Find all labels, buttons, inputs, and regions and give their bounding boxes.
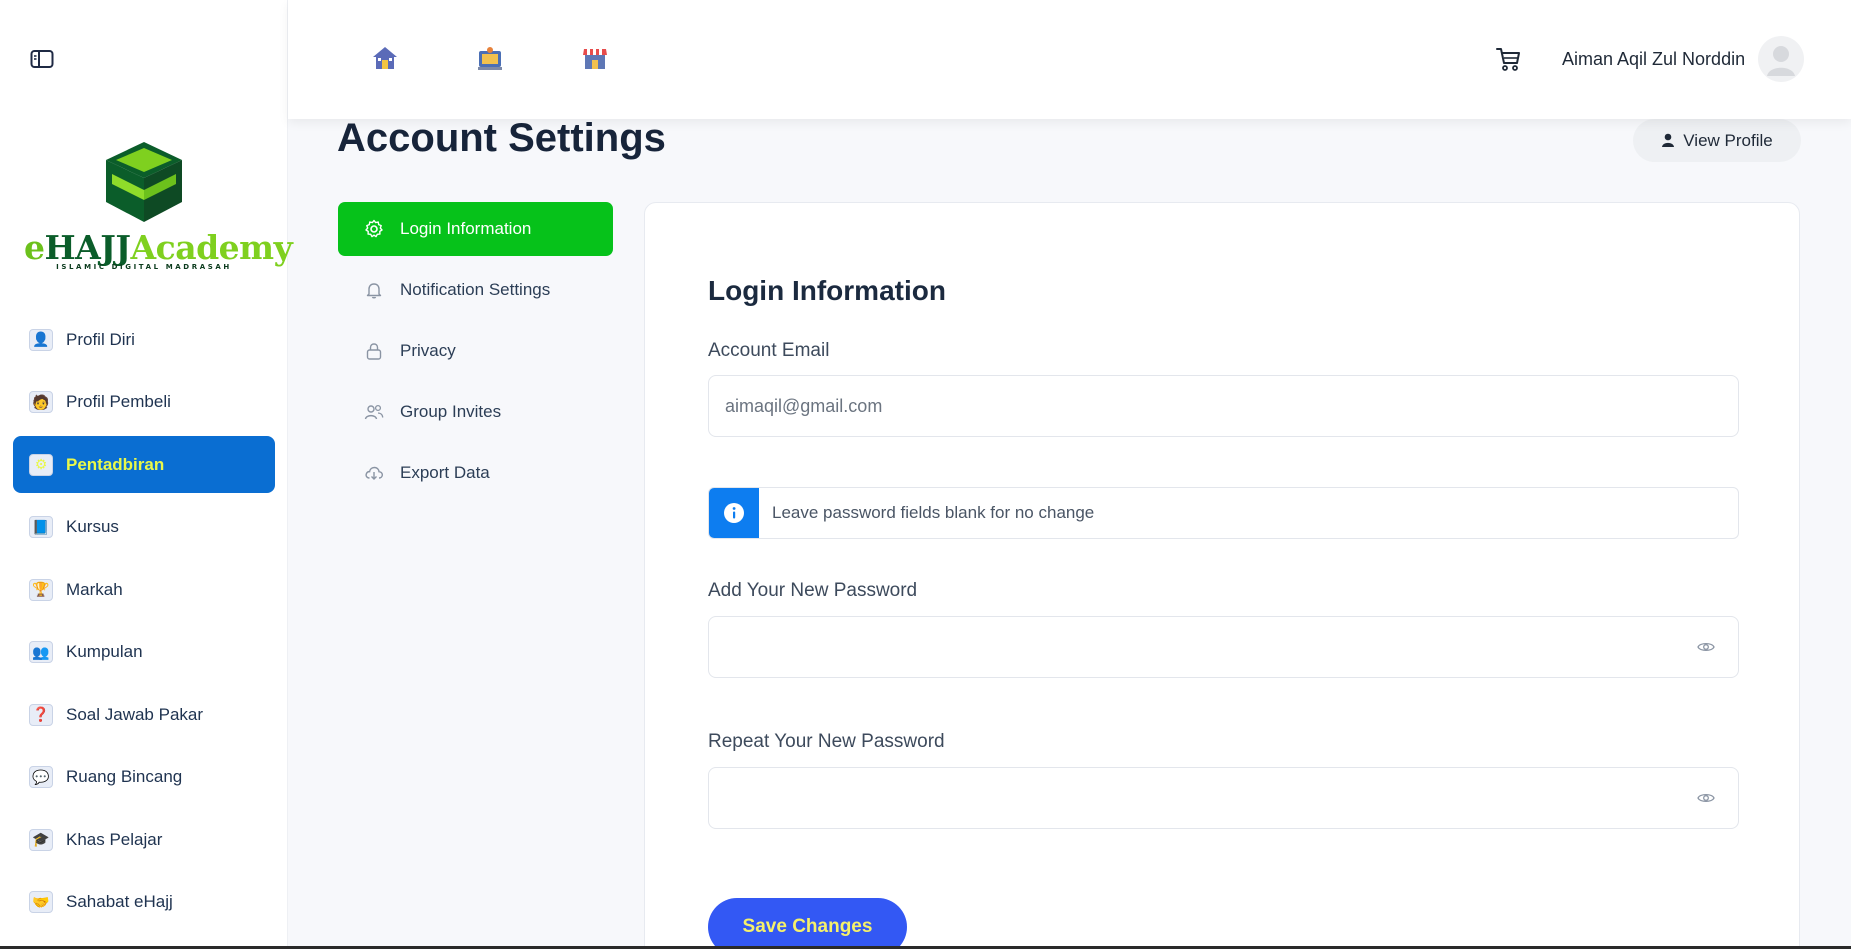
admin-panel-icon: ⚙ [29,453,53,476]
classroom-icon[interactable] [476,44,504,72]
top-bar: Aiman Aqil Zul Norddin [288,0,1851,119]
ehajj-logo[interactable]: eHAJJAcademy ISLAMIC DIGITAL MADRASAH [24,138,293,271]
settings-tab-export-data[interactable]: Export Data [338,446,613,500]
cart-icon[interactable] [1494,45,1522,73]
home-icon[interactable] [371,44,399,72]
marks-trophy-icon: 🏆 [29,578,53,601]
bell-icon [364,280,384,300]
sidebar-item-sahabat-ehajj[interactable]: 🤝 Sahabat eHajj [13,874,275,931]
sidebar-item-label: Khas Pelajar [66,829,163,849]
student-icon: 🎓 [29,828,53,851]
settings-tab-label: Notification Settings [400,280,551,299]
settings-tab-label: Export Data [400,463,490,482]
account-email-field[interactable] [708,375,1739,437]
sidebar-item-kursus[interactable]: 📘 Kursus [13,499,275,556]
group-icon: 👥 [29,641,53,663]
cloud-download-icon [364,463,384,483]
sidebar-item-profil-diri[interactable]: 👤 Profil Diri [13,311,275,368]
sidebar-item-label: Pentadbiran [66,454,165,474]
eye-icon[interactable] [1697,791,1715,805]
notice-text: Leave password fields blank for no chang… [772,503,1095,522]
sidebar-nav: 👤 Profil Diri 🧑 Profil Pembeli ⚙ Pentadb… [13,311,275,936]
sidebar-item-label: Kursus [66,517,119,536]
course-icon: 📘 [29,516,53,538]
logo-tagline: ISLAMIC DIGITAL MADRASAH [56,263,232,271]
view-profile-label: View Profile [1683,130,1773,150]
settings-nav: Login Information Notification Settings … [338,202,613,507]
sidebar-item-label: Profil Pembeli [66,392,171,411]
settings-tab-login-information[interactable]: Login Information [338,202,613,256]
friends-icon: 🤝 [29,891,53,913]
account-email-label: Account Email [708,340,830,361]
sidebar-item-soal-jawab-pakar[interactable]: ❓ Soal Jawab Pakar [13,686,275,743]
sidebar-item-kumpulan[interactable]: 👥 Kumpulan [13,624,275,681]
kaaba-logo-icon [106,142,182,222]
settings-tab-label: Privacy [400,341,456,360]
save-changes-button[interactable]: Save Changes [708,898,907,949]
eye-icon[interactable] [1697,640,1715,654]
expert-qa-icon: ❓ [29,703,53,726]
sidebar-item-khas-pelajar[interactable]: 🎓 Khas Pelajar [13,811,275,868]
view-profile-button[interactable]: View Profile [1633,119,1801,162]
sidebar-item-label: Sahabat eHajj [66,892,173,911]
settings-tab-label: Group Invites [400,402,502,421]
lock-icon [364,341,384,361]
person-desk-icon: 👤 [29,328,53,351]
logo-academy: Academy [130,228,293,267]
shop-icon[interactable] [581,44,609,72]
sidebar-item-label: Ruang Bincang [66,767,183,786]
page-title: Account Settings [337,116,666,160]
sidebar-item-label: Soal Jawab Pakar [66,704,204,724]
buyer-icon: 🧑 [29,391,53,413]
new-password-label: Add Your New Password [708,580,918,601]
gear-icon [364,219,384,239]
sidebar-toggle-icon[interactable] [30,48,54,70]
sidebar-item-label: Profil Diri [66,329,135,349]
user-icon [1662,133,1675,147]
user-avatar-icon [1767,46,1795,76]
settings-tab-label: Login Information [400,219,532,238]
discussion-icon: 💬 [29,766,53,788]
logo-hajj: HAJJ [44,228,132,267]
avatar[interactable] [1758,36,1804,82]
card-title: Login Information [708,275,946,306]
sidebar-item-pentadbiran[interactable]: ⚙ Pentadbiran [13,436,275,493]
settings-tab-group-invites[interactable]: Group Invites [338,385,613,439]
sidebar-item-profil-pembeli[interactable]: 🧑 Profil Pembeli [13,374,275,431]
repeat-password-label: Repeat Your New Password [708,731,945,752]
logo-e: e [24,228,45,267]
sidebar-item-label: Markah [66,579,123,599]
repeat-password-field[interactable] [708,767,1739,829]
sidebar: eHAJJAcademy ISLAMIC DIGITAL MADRASAH 👤 … [0,0,293,949]
settings-tab-privacy[interactable]: Privacy [338,324,613,378]
info-icon [709,488,759,538]
settings-tab-notification-settings[interactable]: Notification Settings [338,263,613,317]
login-information-card: Login Information Account Email Leave pa… [644,202,1800,949]
password-notice: Leave password fields blank for no chang… [708,487,1739,539]
sidebar-item-markah[interactable]: 🏆 Markah [13,561,275,618]
user-name[interactable]: Aiman Aqil Zul Norddin [1562,49,1745,70]
users-icon [364,402,384,422]
sidebar-item-ruang-bincang[interactable]: 💬 Ruang Bincang [13,749,275,806]
sidebar-item-label: Kumpulan [66,642,143,661]
new-password-field[interactable] [708,616,1739,678]
